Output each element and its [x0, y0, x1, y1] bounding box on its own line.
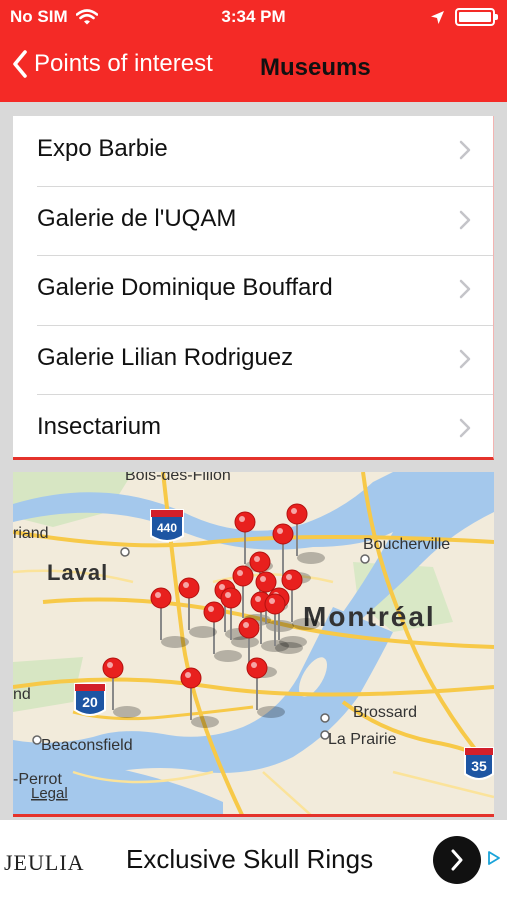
museum-list: Expo Barbie Galerie de l'UQAM Galerie Do…: [13, 116, 494, 460]
list-item-label: Galerie Dominique Bouffard: [37, 274, 333, 301]
page-title: Museums: [260, 54, 371, 81]
ad-open-button[interactable]: [433, 836, 481, 884]
chevron-right-icon: [459, 418, 471, 438]
navigation-bar: Points of interest Museums: [0, 34, 507, 102]
map-label-bois-des-filion: Bois-des-Filion: [125, 472, 231, 484]
list-item-expo-barbie[interactable]: Expo Barbie: [13, 116, 493, 186]
battery-icon: [455, 8, 498, 26]
chevron-right-icon: [459, 210, 471, 229]
list-item-label: Galerie Lilian Rodriguez: [37, 343, 294, 371]
chevron-right-icon: [459, 140, 471, 160]
map-label-beaconsfield: Beaconsfield: [41, 737, 133, 754]
map-label-nd: nd: [13, 686, 31, 703]
list-item-galerie-lilian-rodriguez[interactable]: Galerie Lilian Rodriguez: [13, 324, 493, 395]
chevron-right-icon: [459, 279, 471, 299]
map-label-la-prairie: La Prairie: [328, 731, 397, 748]
svg-text:35: 35: [471, 758, 487, 774]
highway-shield-20: 20: [74, 683, 106, 716]
list-item-label: Expo Barbie: [37, 135, 168, 162]
chevron-right-icon: [451, 849, 463, 871]
map-label-laval: Laval: [47, 560, 108, 585]
highway-shield-440: 440: [150, 509, 184, 542]
svg-text:440: 440: [157, 521, 177, 535]
map-label-brossard: Brossard: [353, 704, 417, 721]
chevron-left-icon: [13, 50, 27, 78]
map-label-montreal: Montréal: [303, 601, 436, 632]
map-legal-link[interactable]: Legal: [31, 785, 68, 802]
location-arrow-icon: [431, 10, 444, 24]
list-item-label: Insectarium: [37, 413, 162, 440]
chevron-right-icon: [459, 349, 471, 368]
ad-banner[interactable]: JEULIA Exclusive Skull Rings: [0, 820, 507, 900]
highway-shield-35: 35: [464, 747, 494, 780]
back-button-label: Points of interest: [34, 50, 213, 77]
svg-text:20: 20: [82, 694, 98, 710]
list-item-insectarium[interactable]: Insectarium: [13, 394, 493, 464]
back-button[interactable]: Points of interest: [12, 50, 213, 78]
list-item-label: Galerie de l'UQAM: [37, 204, 237, 232]
map-label-boucherville: Boucherville: [363, 536, 450, 553]
list-item-galerie-dominique-bouffard[interactable]: Galerie Dominique Bouffard: [13, 255, 493, 325]
adchoices-icon[interactable]: [487, 850, 501, 866]
map-label-riand: riand: [13, 525, 49, 542]
status-bar: No SIM 3:34 PM: [0, 0, 507, 34]
ad-brand-logo: JEULIA: [4, 850, 85, 875]
list-item-galerie-uqam[interactable]: Galerie de l'UQAM: [13, 185, 493, 256]
museums-map[interactable]: Bois-des-Filion riand Laval Boucherville…: [13, 472, 494, 817]
ad-headline: Exclusive Skull Rings: [126, 844, 374, 874]
